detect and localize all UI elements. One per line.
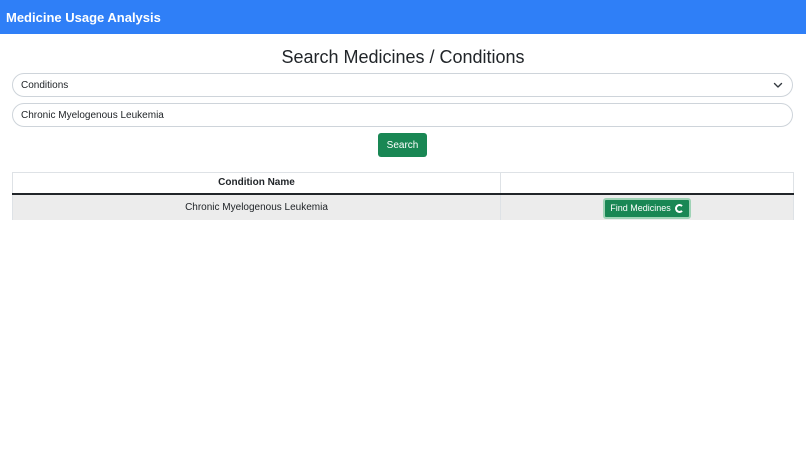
condition-name-cell: Chronic Myelogenous Leukemia — [12, 193, 501, 220]
search-type-select[interactable]: Conditions — [12, 73, 793, 97]
app-title[interactable]: Medicine Usage Analysis — [6, 10, 161, 25]
search-button[interactable]: Search — [378, 133, 427, 157]
loading-spinner-icon — [674, 203, 684, 213]
table-row: Chronic Myelogenous Leukemia Find Medici… — [12, 193, 794, 220]
page-title: Search Medicines / Conditions — [281, 47, 525, 67]
search-input[interactable] — [12, 103, 793, 127]
action-cell: Find Medicines — [500, 193, 794, 220]
find-medicines-button[interactable]: Find Medicines — [603, 197, 691, 219]
chevron-down-icon — [773, 82, 783, 88]
results-table: Condition Name Chronic Myelogenous Leuke… — [12, 172, 794, 220]
top-navbar: Medicine Usage Analysis — [0, 0, 806, 34]
table-header-row: Condition Name — [12, 172, 794, 195]
column-header-condition-name: Condition Name — [12, 172, 501, 195]
search-type-selected-value: Conditions — [21, 79, 69, 91]
column-header-actions — [500, 172, 794, 195]
find-medicines-label: Find Medicines — [610, 203, 671, 213]
